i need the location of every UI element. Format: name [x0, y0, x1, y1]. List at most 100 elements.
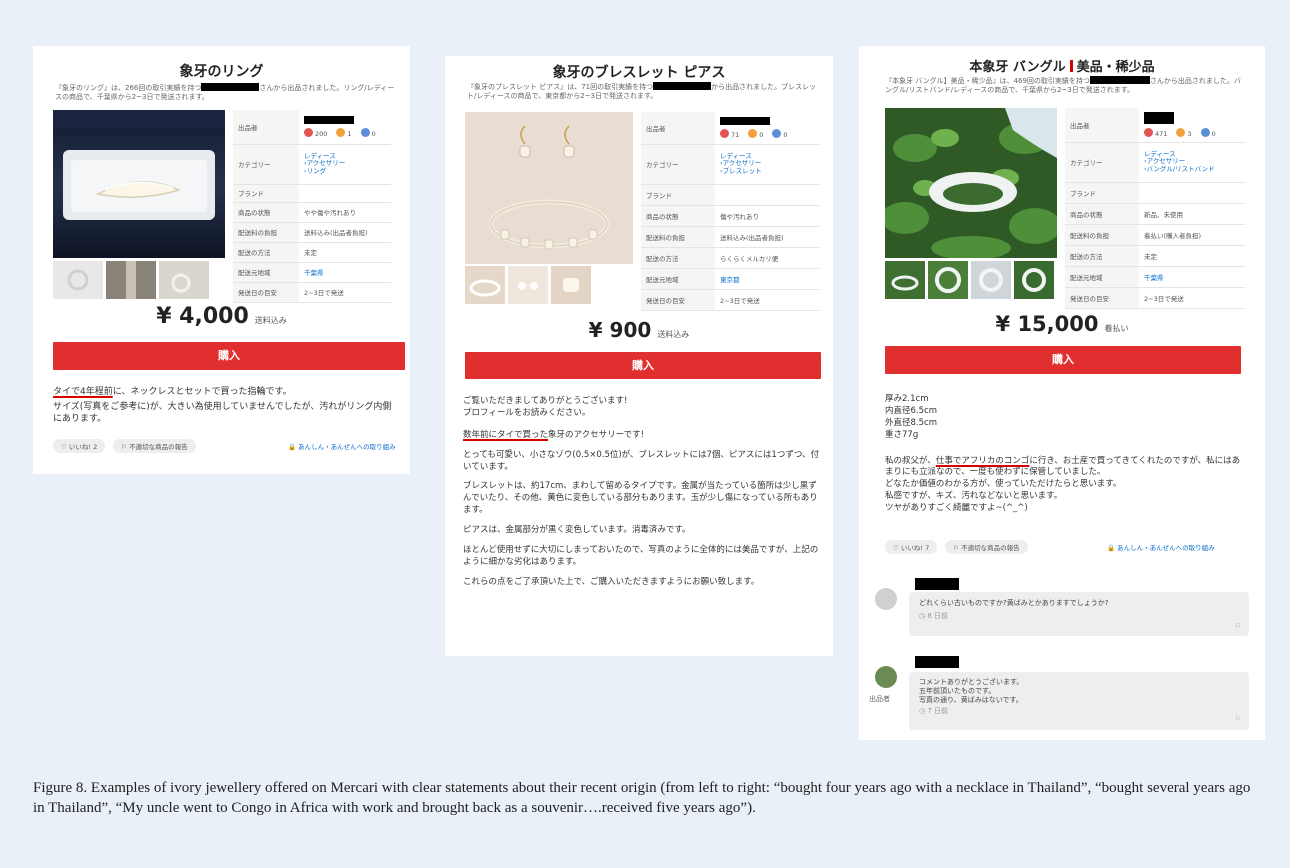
measure-thickness: 厚み2.1cm — [885, 394, 929, 404]
lock-icon: 🔒 — [288, 443, 297, 451]
safety-link[interactable]: 🔒 あんしん・あんぜんへの取り組み — [1107, 542, 1215, 552]
spec-key-condition: 商品の状態 — [1065, 203, 1139, 225]
spec-key-brand: ブランド — [1065, 182, 1139, 204]
photo-gallery — [465, 112, 633, 304]
measure-weight: 重さ77g — [885, 429, 919, 440]
bad-count: 0 — [371, 129, 376, 138]
body-para-5: ピアスは、金属部分が黒く変色しています。消毒済みです。 — [463, 525, 691, 536]
spec-key-category: カテゴリー — [1065, 142, 1139, 183]
redacted-seller-name — [304, 115, 354, 124]
normal-rating-icon — [1176, 127, 1186, 137]
story-line-4: ツヤがありすごく綺麗ですよ~(^_^) — [885, 503, 1028, 514]
category-link-bangle[interactable]: ›バングル/リストバンド — [1144, 165, 1240, 173]
thumbnail-2[interactable] — [928, 261, 968, 299]
redacted-username — [653, 82, 712, 90]
spec-key-shipping: 配送料の負担 — [641, 226, 715, 248]
title-part-a: 本象牙 バングル — [969, 60, 1066, 75]
report-flag-icon[interactable]: ⚐ — [1235, 622, 1241, 630]
normal-count: 1 — [347, 129, 352, 138]
spec-key-condition: 商品の状態 — [641, 205, 715, 227]
like-button[interactable]: ♡ いいね! 2 — [53, 439, 106, 453]
spec-method-value: らくらくメルカリ便 — [715, 247, 819, 269]
normal-rating-icon — [748, 128, 758, 138]
spec-key-shipping: 配送料の負担 — [1065, 224, 1139, 246]
buy-button[interactable]: 購入 — [53, 342, 405, 370]
spec-condition-value: やや傷や汚れあり — [299, 202, 391, 223]
thumbnail-3[interactable] — [159, 261, 209, 299]
thumbnail-2[interactable] — [106, 261, 156, 299]
spec-shipping-value: 送料込み(出品者負担) — [715, 226, 819, 248]
thumbnail-1[interactable] — [465, 266, 505, 304]
spec-brand-value — [299, 184, 391, 203]
action-row: ♡ いいね! 2 ⚐ 不適切な商品の報告 — [53, 439, 196, 453]
title-separator — [1069, 60, 1073, 72]
price-note: 送料込み — [254, 316, 287, 325]
story-line-3: 私感ですが、キズ、汚れなどないと思います。 — [885, 491, 1063, 502]
spec-brand-value — [1139, 182, 1245, 204]
photo-gallery — [881, 108, 1061, 300]
body-line-2: サイズ(写真をご参考に)が、大きい為使用していませんでしたが、汚れがリング内側に… — [53, 401, 392, 425]
spec-origin-link[interactable]: 千葉県 — [1144, 274, 1164, 282]
category-link-ring[interactable]: ›リング — [304, 167, 386, 175]
spec-days-value: 2~3日で発送 — [299, 282, 391, 303]
comment-line-1: コメントありがとうございます。 — [919, 678, 1024, 686]
report-button[interactable]: ⚐ 不適切な商品の報告 — [113, 439, 196, 453]
seller-rating: 200 1 0 — [304, 127, 386, 138]
body-line-2: 象牙のアクセサリーです! — [548, 429, 644, 440]
measure-inner: 内直径6.5cm — [885, 405, 937, 416]
highlighted-origin: 数年前にタイで買った — [463, 429, 549, 440]
body-greeting: ご覧いただきましてありがとうございます! — [463, 396, 628, 406]
price-row: ¥ 15,000 着払い — [859, 312, 1265, 336]
seller-rating: 471 3 0 — [1144, 127, 1240, 138]
price: ¥ 4,000 — [156, 304, 249, 329]
spec-key-origin: 配送元地域 — [233, 262, 299, 283]
spec-key-method: 配送の方法 — [1065, 245, 1139, 267]
body-line-1: に、ネックレスとセットで買った指輪です。 — [112, 387, 292, 397]
redacted-username — [201, 83, 260, 91]
like-button[interactable]: ♡ いいね! 7 — [885, 540, 938, 554]
body-para-4: ブレスレットは、約17cm、まわして留めるタイプです。金属が当たっている箇所は少… — [463, 481, 818, 516]
report-flag-icon[interactable]: ⚐ — [1235, 715, 1241, 724]
listing-title: 本象牙 バングル 美品・稀少品 — [859, 56, 1265, 75]
thumbnail-strip — [53, 261, 209, 299]
body-para-3: とっても可愛い、小さなゾウ(0.5×0.5位)が、ブレスレットには7個、ピアスに… — [463, 449, 819, 472]
thumbnail-1[interactable] — [885, 261, 925, 299]
bad-rating-icon — [1200, 127, 1210, 137]
spec-key-seller: 出品者 — [1065, 108, 1139, 143]
thumbnail-3[interactable] — [551, 266, 591, 304]
spec-key-brand: ブランド — [233, 184, 299, 203]
comment-section: どれくらい古いものですか?黄ばみとかありますでしょうか? ◷ 8 日前 ⚐ 出品… — [859, 566, 1265, 740]
thumbnail-1[interactable] — [53, 261, 103, 299]
spec-shipping-value: 着払い(購入者負担) — [1139, 224, 1245, 246]
redacted-commenter — [915, 656, 959, 668]
spec-origin-link[interactable]: 千葉県 — [304, 269, 324, 277]
listing-title: 象牙のリング — [179, 64, 264, 80]
spec-key-origin: 配送元地域 — [641, 268, 715, 290]
thumbnail-3[interactable] — [971, 261, 1011, 299]
category-link-bracelet[interactable]: ›ブレスレット — [720, 167, 814, 175]
buy-button[interactable]: 購入 — [885, 346, 1241, 374]
main-photo[interactable] — [881, 108, 1061, 260]
listing-panel-bangle: 本象牙 バングル 美品・稀少品 『本象牙 バングル】美品・稀少品』は、469回の取… — [859, 46, 1265, 740]
spec-key-shipping: 配送料の負担 — [233, 222, 299, 243]
spec-method-value: 未定 — [1139, 245, 1245, 267]
spec-key-days: 発送日の目安 — [1065, 287, 1139, 309]
safety-link[interactable]: 🔒 あんしん・あんぜんへの取り組み — [288, 441, 396, 451]
bad-rating-icon — [772, 128, 782, 138]
report-button[interactable]: ⚐ 不適切な商品の報告 — [945, 540, 1028, 554]
listing-body: ご覧いただきましてありがとうございます! プロフィールをお読みください。 数年前… — [463, 396, 821, 597]
description-prefix: 『象牙のリング』は、266回の取引実績を持つ — [55, 84, 202, 92]
listing-panel-bracelet: 象牙のブレスレット ピアス 『象牙のブレスレット ピアス』は、71回の取引実績を… — [445, 56, 833, 656]
listing-description: 『本象牙 バングル】美品・稀少品』は、469回の取引実績を持つ さんから出品されま… — [885, 76, 1245, 95]
listing-body: タイで4年程前に、ネックレスとセットで買った指輪です。 サイズ(写真をご参考に)… — [53, 386, 398, 434]
buy-button[interactable]: 購入 — [465, 352, 821, 379]
title-part-b: 美品・稀少品 — [1076, 60, 1155, 75]
main-photo[interactable] — [53, 110, 225, 258]
spec-origin-link[interactable]: 東京都 — [720, 276, 740, 284]
thumbnail-2[interactable] — [508, 266, 548, 304]
thumbnail-4[interactable] — [1014, 261, 1054, 299]
spec-key-origin: 配送元地域 — [1065, 266, 1139, 288]
spec-key-days: 発送日の目安 — [641, 289, 715, 311]
main-photo[interactable] — [465, 112, 633, 264]
avatar — [875, 588, 897, 610]
